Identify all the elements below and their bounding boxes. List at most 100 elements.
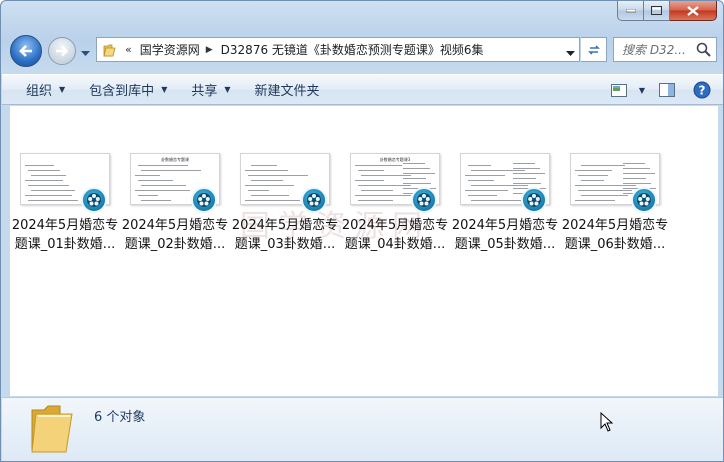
breadcrumb-separator-icon[interactable]: ▶ xyxy=(206,45,213,55)
thumbnail-text-line xyxy=(28,170,60,171)
thumbnail-text-line xyxy=(361,175,411,176)
new-folder-button[interactable]: 新建文件夹 xyxy=(255,80,320,99)
video-player-icon xyxy=(81,187,107,213)
thumbnail-text-line xyxy=(578,190,632,191)
thumbnail-title: 卦数婚恋专题课 xyxy=(161,157,189,162)
thumbnail-text-line xyxy=(31,190,75,191)
breadcrumb-segment[interactable]: 国学资源网 xyxy=(140,41,200,58)
maximize-icon xyxy=(651,6,662,15)
help-icon: ? xyxy=(693,81,711,99)
file-name-line-2: 题课_02卦数婚... xyxy=(124,237,226,252)
thumbnail-text-line xyxy=(403,173,435,174)
thumbnail-text-line xyxy=(578,175,608,176)
thumbnail-text-line xyxy=(355,195,411,196)
video-player-icon xyxy=(521,187,547,213)
file-item[interactable]: 2024年5月婚恋专 题课_01卦数婚... xyxy=(10,153,120,254)
include-in-library-label: 包含到库中 xyxy=(89,84,155,99)
thumbnail-text-line xyxy=(28,185,69,186)
video-player-icon xyxy=(411,187,437,213)
thumbnail-text-line xyxy=(141,185,186,186)
close-button[interactable] xyxy=(670,1,717,21)
close-icon xyxy=(687,5,699,16)
chevron-down-icon: ▼ xyxy=(638,85,645,95)
thumbnail-text-line xyxy=(135,175,160,176)
share-menu[interactable]: 共享 ▼ xyxy=(191,80,230,99)
file-name-line-1: 2024年5月婚恋专 xyxy=(11,218,119,233)
help-button[interactable]: ? xyxy=(693,81,711,99)
file-item[interactable]: 2024年5月婚恋专 题课_05卦数婚... xyxy=(450,153,560,254)
thumbnail-text-line xyxy=(623,183,651,184)
overflow-chevron[interactable]: « xyxy=(125,43,132,56)
navigation-row: « 国学资源网 ▶ D32876 无镜道《卦数婚恋预测专题课》视频6集 搜索 D… xyxy=(1,31,723,69)
arrow-left-icon xyxy=(19,45,32,57)
thumbnail-text-line xyxy=(471,170,525,171)
new-folder-label: 新建文件夹 xyxy=(254,84,320,99)
breadcrumb-segment-current[interactable]: D32876 无镜道《卦数婚恋预测专题课》视频6集 xyxy=(221,41,484,58)
recent-pages-dropdown[interactable] xyxy=(81,46,90,60)
thumbnail-text-line xyxy=(513,168,540,169)
file-name-line-2: 题课_04卦数婚... xyxy=(344,237,446,252)
file-list-area[interactable]: 国学资源网 2024年5月婚恋专 题课_01卦数婚... 卦数婚恋专题课 2024年5… xyxy=(10,106,718,396)
thumbnail-title: 卦数婚恋专题课3 xyxy=(379,157,411,162)
include-in-library-menu[interactable]: 包含到库中 ▼ xyxy=(89,80,167,99)
thumbnail-text-line xyxy=(403,178,426,179)
minimize-icon xyxy=(625,8,636,12)
forward-button[interactable] xyxy=(48,37,76,65)
thumbnail-text-line xyxy=(581,165,625,166)
address-dropdown[interactable] xyxy=(566,46,575,60)
chevron-down-icon: ▼ xyxy=(59,85,66,94)
file-name-line-2: 题课_01卦数婚... xyxy=(14,237,116,252)
file-name-line-1: 2024年5月婚恋专 xyxy=(121,218,229,233)
thumbnail-text-line xyxy=(355,165,402,166)
file-item[interactable]: 卦数婚恋专题课 2024年5月婚恋专 题课_02卦数婚... xyxy=(120,153,230,254)
preview-pane-icon xyxy=(659,83,675,97)
thumbnail-text-line xyxy=(248,190,269,191)
thumbnail-text-line xyxy=(403,183,431,184)
back-button[interactable] xyxy=(10,35,42,67)
thumbnail-text-line xyxy=(248,175,308,176)
chevron-down-icon: ▼ xyxy=(161,85,168,94)
thumbnail-text-line xyxy=(465,175,505,176)
item-count: 6 个对象 xyxy=(94,410,146,425)
thumbnail-text-line xyxy=(465,190,508,191)
search-input[interactable]: 搜索 D32... xyxy=(613,37,717,62)
share-label: 共享 xyxy=(191,84,218,99)
folder-icon xyxy=(97,43,123,57)
search-icon[interactable] xyxy=(696,42,711,60)
thumbnail-text-line xyxy=(251,180,283,181)
thumbnail-text-line xyxy=(358,170,384,171)
thumbnail-text-line xyxy=(468,180,494,181)
thumbnail-text-line xyxy=(245,170,288,171)
file-item[interactable]: 2024年5月婚恋专 题课_03卦数婚... xyxy=(230,153,340,254)
refresh-icon xyxy=(587,44,600,55)
file-name: 2024年5月婚恋专 题课_02卦数婚... xyxy=(120,216,230,254)
thumbnail-text-line xyxy=(358,185,411,186)
thumbnail-text-line xyxy=(471,185,528,186)
refresh-button[interactable] xyxy=(581,37,607,62)
chevron-down-icon xyxy=(566,51,575,56)
maximize-button[interactable] xyxy=(644,1,670,21)
video-player-icon xyxy=(631,187,657,213)
thumbnail-text-line xyxy=(403,168,430,169)
thumbnail-text-line xyxy=(468,195,497,196)
thumbnail-text-line xyxy=(361,190,393,191)
thumbnail-text-line xyxy=(513,178,536,179)
organize-menu[interactable]: 组织 ▼ xyxy=(26,80,65,99)
thumbnail-text-line xyxy=(581,180,604,181)
file-item[interactable]: 2024年5月婚恋专 题课_06卦数婚... xyxy=(560,153,670,254)
change-view-button[interactable]: ▼ xyxy=(610,83,645,97)
thumbnail-text-line xyxy=(28,200,78,201)
thumbnail-text-line xyxy=(141,200,171,201)
address-bar[interactable]: « 国学资源网 ▶ D32876 无镜道《卦数婚恋预测专题课》视频6集 xyxy=(96,37,580,62)
file-name-line-2: 题课_06卦数婚... xyxy=(564,237,666,252)
file-name-line-2: 题课_03卦数婚... xyxy=(234,237,336,252)
thumbnail-text-line xyxy=(251,165,277,166)
toolbar-right: ▼ ? xyxy=(610,75,723,105)
minimize-button[interactable] xyxy=(617,1,644,21)
preview-pane-button[interactable] xyxy=(659,83,675,97)
command-bar: 组织 ▼ 包含到库中 ▼ 共享 ▼ 新建文件夹 ▼ ? xyxy=(2,74,723,105)
thumbnail-text-line xyxy=(358,200,393,201)
thumbnail-text-line xyxy=(25,195,72,196)
file-item[interactable]: 卦数婚恋专题课3 2024年5月婚恋专 题课_04卦数婚... xyxy=(340,153,450,254)
thumbnail-text-line xyxy=(135,190,190,191)
